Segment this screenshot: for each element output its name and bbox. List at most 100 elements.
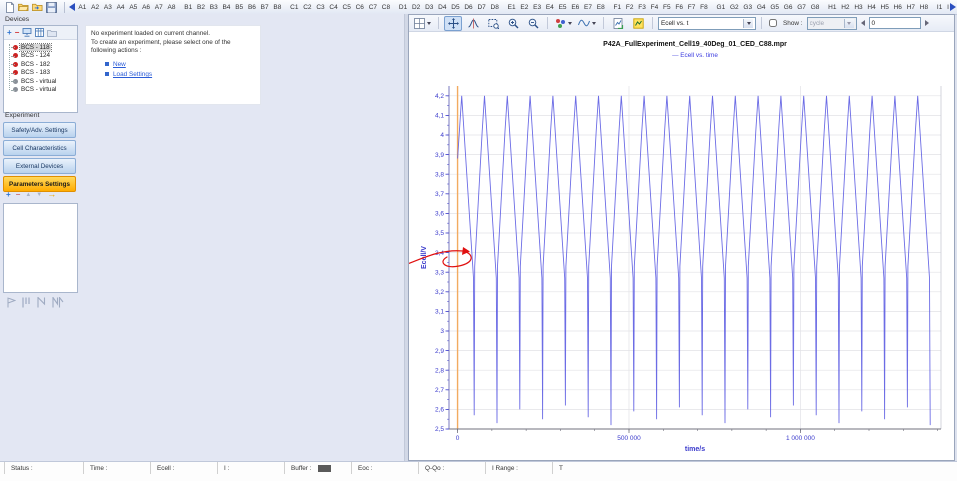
channel-tab-D1[interactable]: D1 xyxy=(397,3,410,12)
channel-tab-F1[interactable]: F1 xyxy=(611,3,623,12)
channel-tab-A4[interactable]: A4 xyxy=(114,3,127,12)
channel-tab-B3[interactable]: B3 xyxy=(207,3,220,12)
device-item-bcs-183[interactable]: BCS - 183 xyxy=(6,69,77,78)
channel-tab-C4[interactable]: C4 xyxy=(327,3,340,12)
channel-tab-E1[interactable]: E1 xyxy=(505,3,518,12)
channel-tab-F8[interactable]: F8 xyxy=(698,3,710,12)
channel-tab-F4[interactable]: F4 xyxy=(648,3,660,12)
cycle-prev-button[interactable] xyxy=(861,20,865,26)
copy-graph-button[interactable] xyxy=(609,16,627,31)
channel-tab-A1[interactable]: A1 xyxy=(76,3,89,12)
channel-tab-G1[interactable]: G1 xyxy=(714,3,727,12)
channel-tab-F5[interactable]: F5 xyxy=(661,3,673,12)
data-file-button[interactable] xyxy=(629,16,647,31)
channel-tab-G3[interactable]: G3 xyxy=(741,3,754,12)
channel-tab-H3[interactable]: H3 xyxy=(852,3,865,12)
new-experiment-icon[interactable] xyxy=(4,2,15,13)
channel-scroll-left[interactable] xyxy=(68,2,76,12)
channel-tab-D7[interactable]: D7 xyxy=(475,3,488,12)
channel-tab-E2[interactable]: E2 xyxy=(518,3,531,12)
channel-tab-D2[interactable]: D2 xyxy=(410,3,423,12)
channel-tab-G6[interactable]: G6 xyxy=(781,3,794,12)
channel-tab-E8[interactable]: E8 xyxy=(594,3,607,12)
action-link-load-settings[interactable]: Load Settings xyxy=(105,71,255,78)
experiment-button-external-devices[interactable]: External Devices xyxy=(3,158,76,174)
channel-tab-H1[interactable]: H1 xyxy=(826,3,839,12)
channel-tab-H8[interactable]: H8 xyxy=(917,3,930,12)
channel-tab-G7[interactable]: G7 xyxy=(795,3,808,12)
channel-tab-A5[interactable]: A5 xyxy=(127,3,140,12)
channel-tab-C8[interactable]: C8 xyxy=(379,3,392,12)
channel-tab-H6[interactable]: H6 xyxy=(891,3,904,12)
combo-button[interactable] xyxy=(743,19,753,28)
channel-tab-D4[interactable]: D4 xyxy=(436,3,449,12)
channel-tab-D3[interactable]: D3 xyxy=(423,3,436,12)
channel-tab-A8[interactable]: A8 xyxy=(165,3,178,12)
pan-tool-button[interactable] xyxy=(444,16,462,31)
zoom-out-button[interactable] xyxy=(524,16,542,31)
remove-device-icon[interactable]: − xyxy=(15,29,20,37)
move-down-icon[interactable]: ▼ xyxy=(36,192,42,198)
channel-tab-F7[interactable]: F7 xyxy=(685,3,697,12)
remove-technique-icon[interactable]: − xyxy=(16,191,21,199)
channel-tab-A7[interactable]: A7 xyxy=(152,3,165,12)
save-icon[interactable] xyxy=(46,2,57,13)
open-folder-icon[interactable] xyxy=(18,2,29,13)
channel-tab-D6[interactable]: D6 xyxy=(462,3,475,12)
device-item-bcs-118[interactable]: BCS - 118 xyxy=(6,43,77,52)
channel-tab-E3[interactable]: E3 xyxy=(531,3,544,12)
zoom-box-button[interactable] xyxy=(484,16,502,31)
add-device-icon[interactable]: + xyxy=(7,29,12,37)
insert-technique-icon[interactable]: → xyxy=(47,190,56,199)
channel-tab-E7[interactable]: E7 xyxy=(582,3,595,12)
channel-tab-G4[interactable]: G4 xyxy=(754,3,767,12)
channel-tab-D5[interactable]: D5 xyxy=(449,3,462,12)
channel-tab-C1[interactable]: C1 xyxy=(288,3,301,12)
channel-tab-F6[interactable]: F6 xyxy=(673,3,685,12)
channel-tab-A6[interactable]: A6 xyxy=(140,3,153,12)
channel-tab-B4[interactable]: B4 xyxy=(220,3,233,12)
show-checkbox[interactable] xyxy=(769,19,777,27)
add-technique-icon[interactable]: + xyxy=(6,191,11,199)
chart-plot-area[interactable]: 2,52,62,72,82,933,13,23,33,43,53,63,73,8… xyxy=(409,31,954,460)
channel-tab-H4[interactable]: H4 xyxy=(865,3,878,12)
channel-tab-E4[interactable]: E4 xyxy=(543,3,556,12)
channel-tab-B5[interactable]: B5 xyxy=(233,3,246,12)
network-scan-icon[interactable] xyxy=(22,28,32,37)
zoom-in-button[interactable] xyxy=(504,16,522,31)
device-item-bcs-virtual[interactable]: BCS - virtual xyxy=(6,86,77,95)
channel-tab-C6[interactable]: C6 xyxy=(353,3,366,12)
channel-tab-C2[interactable]: C2 xyxy=(301,3,314,12)
channel-tab-C3[interactable]: C3 xyxy=(314,3,327,12)
channel-tab-G2[interactable]: G2 xyxy=(728,3,741,12)
channel-tab-B2[interactable]: B2 xyxy=(195,3,208,12)
channel-tab-G5[interactable]: G5 xyxy=(768,3,781,12)
parameters-list[interactable] xyxy=(3,203,78,293)
channel-tab-A3[interactable]: A3 xyxy=(101,3,114,12)
channel-tab-E5[interactable]: E5 xyxy=(556,3,569,12)
cycle-next-button[interactable] xyxy=(925,20,929,26)
channel-tab-E6[interactable]: E6 xyxy=(569,3,582,12)
channel-tab-A2[interactable]: A2 xyxy=(89,3,102,12)
experiment-button-cell-characteristics[interactable]: Cell Characteristics xyxy=(3,140,76,156)
device-item-bcs-182[interactable]: BCS - 182 xyxy=(6,60,77,69)
channel-tab-B8[interactable]: B8 xyxy=(271,3,284,12)
device-item-bcs-virtual[interactable]: BCS - virtual xyxy=(6,77,77,86)
channel-scroll-right[interactable] xyxy=(949,2,957,12)
channel-tab-C7[interactable]: C7 xyxy=(366,3,379,12)
channel-tab-B7[interactable]: B7 xyxy=(258,3,271,12)
channel-tab-H2[interactable]: H2 xyxy=(839,3,852,12)
graph-layout-dropdown[interactable] xyxy=(412,16,433,31)
graph-type-combobox[interactable]: Ecell vs. t xyxy=(658,17,756,30)
cycle-number-field[interactable]: 0 xyxy=(869,17,921,29)
channel-tab-G8[interactable]: G8 xyxy=(808,3,821,12)
table-view-icon[interactable] xyxy=(35,28,44,37)
curve-style-dropdown[interactable] xyxy=(576,16,598,31)
channel-tab-D8[interactable]: D8 xyxy=(488,3,501,12)
trace-cursor-button[interactable] xyxy=(464,16,482,31)
channel-tab-B6[interactable]: B6 xyxy=(246,3,259,12)
channel-tab-C5[interactable]: C5 xyxy=(340,3,353,12)
experiment-button-safety-adv-settings[interactable]: Safety/Adv. Settings xyxy=(3,122,76,138)
channel-tab-I1[interactable]: I1 xyxy=(935,3,945,12)
channel-tab-F2[interactable]: F2 xyxy=(624,3,636,12)
